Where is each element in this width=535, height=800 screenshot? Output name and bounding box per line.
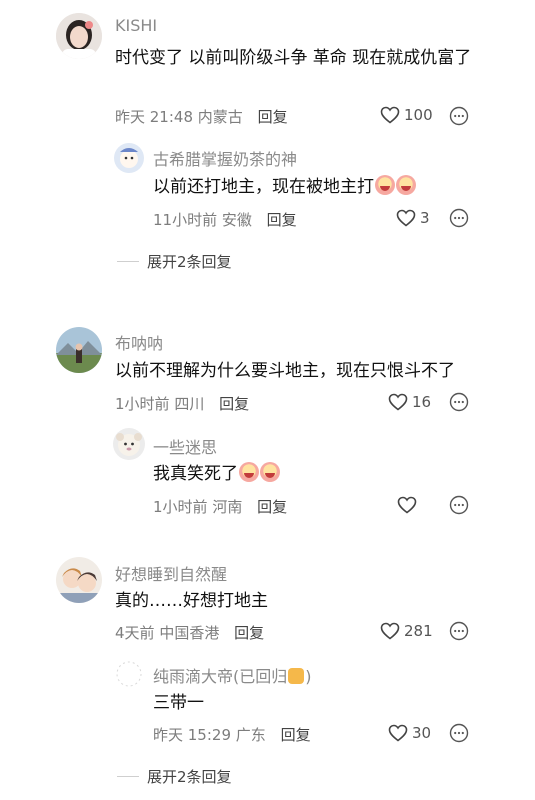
laughing-cry-emoji-icon: [239, 462, 259, 482]
comment-text: 真的……好想打地主: [115, 591, 268, 611]
comment-location: 四川: [174, 395, 205, 413]
more-options-icon: [449, 208, 469, 228]
commenter-name[interactable]: 布呐呐: [115, 330, 163, 354]
more-button[interactable]: [449, 495, 469, 519]
comment-meta: 昨天 21:48 内蒙古 回复: [115, 106, 288, 127]
avatar[interactable]: [114, 143, 144, 173]
expand-replies-label: 展开2条回复: [147, 253, 232, 271]
commenter-name[interactable]: 古希腊掌握奶茶的神: [153, 146, 297, 170]
reply-button[interactable]: 回复: [257, 498, 287, 516]
comment-location: 内蒙古: [197, 108, 243, 126]
like-button[interactable]: 100: [380, 106, 433, 124]
like-button[interactable]: 281: [380, 622, 433, 640]
like-count: 30: [412, 724, 432, 742]
expand-replies-button[interactable]: 展开2条回复: [117, 251, 232, 272]
more-button[interactable]: [449, 723, 469, 747]
more-options-icon: [449, 723, 469, 743]
like-count: 100: [404, 106, 433, 124]
comment-meta: 1小时前 河南 回复: [153, 496, 287, 517]
comment-time: 1小时前: [115, 395, 170, 413]
reply-button[interactable]: 回复: [258, 108, 288, 126]
comment-time: 昨天 15:29: [153, 726, 231, 744]
landscape-avatar-icon: [56, 327, 102, 373]
reply-text: 以前还打地主，现在被地主打: [153, 173, 493, 201]
comment-meta: 4天前 中国香港 回复: [115, 622, 264, 643]
avatar[interactable]: [56, 13, 102, 59]
girl-avatar-icon: [56, 13, 102, 59]
reply-text-content: 以前还打地主，现在被地主打: [153, 177, 374, 197]
comment-text: 时代变了 以前叫阶级斗争 革命 现在就成仇富了: [115, 48, 472, 68]
divider-line: [117, 261, 139, 262]
more-options-icon: [449, 392, 469, 412]
reply-text-content: 我真笑死了: [153, 464, 238, 484]
reply-text: 三带一: [153, 693, 204, 713]
more-button[interactable]: [449, 392, 469, 416]
comment-meta: 11小时前 安徽 回复: [153, 209, 297, 230]
avatar[interactable]: [56, 557, 102, 603]
like-button[interactable]: 30: [388, 724, 431, 742]
cat-emoji-icon: [288, 668, 305, 684]
heart-icon: [380, 106, 400, 124]
comment-location: 中国香港: [159, 624, 220, 642]
more-button[interactable]: [449, 621, 469, 645]
comment-time: 昨天 21:48: [115, 108, 193, 126]
more-options-icon: [449, 106, 469, 126]
avatar[interactable]: [56, 327, 102, 373]
heart-icon: [388, 724, 408, 742]
heart-icon: [396, 209, 416, 227]
anime-avatar-icon: [56, 557, 102, 603]
heart-icon: [388, 393, 408, 411]
laughing-cry-emoji-icon: [375, 175, 395, 195]
reply-button[interactable]: 回复: [281, 726, 311, 744]
comment-meta: 1小时前 四川 回复: [115, 393, 249, 414]
expand-replies-label: 展开2条回复: [147, 768, 232, 786]
like-count: 3: [420, 209, 430, 227]
commenter-name-text: 纯雨滴大帝(已回归: [153, 667, 288, 686]
expand-replies-button[interactable]: 展开2条回复: [117, 766, 232, 787]
like-button[interactable]: [397, 496, 421, 514]
commenter-name[interactable]: 好想睡到自然醒: [115, 561, 227, 585]
cartoon-avatar-icon: [114, 143, 144, 173]
reply-text: 我真笑死了: [153, 460, 493, 488]
reply-button[interactable]: 回复: [234, 624, 264, 642]
reply-button[interactable]: 回复: [219, 395, 249, 413]
more-button[interactable]: [449, 106, 469, 130]
dotted-avatar-icon: [114, 659, 144, 689]
laughing-cry-emoji-icon: [260, 462, 280, 482]
commenter-name-suffix: ): [305, 667, 312, 686]
more-button[interactable]: [449, 208, 469, 232]
like-count: 281: [404, 622, 433, 640]
more-options-icon: [449, 621, 469, 641]
laughing-cry-emoji-icon: [396, 175, 416, 195]
toy-avatar-icon: [113, 428, 145, 460]
comment-text: 以前不理解为什么要斗地主，现在只恨斗不了: [115, 361, 455, 381]
divider-line: [117, 776, 139, 777]
commenter-name[interactable]: 一些迷思: [153, 434, 217, 458]
comment-meta: 昨天 15:29 广东 回复: [153, 724, 311, 745]
commenter-name[interactable]: 纯雨滴大帝(已回归): [153, 663, 312, 687]
like-count: 16: [412, 393, 432, 411]
heart-icon: [380, 622, 400, 640]
avatar[interactable]: [114, 659, 144, 689]
like-button[interactable]: 16: [388, 393, 431, 411]
like-button[interactable]: 3: [396, 209, 430, 227]
avatar[interactable]: [113, 428, 145, 460]
comment-location: 广东: [235, 726, 266, 744]
comment-time: 11小时前: [153, 211, 218, 229]
reply-button[interactable]: 回复: [267, 211, 297, 229]
comment-location: 河南: [212, 498, 243, 516]
commenter-name[interactable]: KISHI: [115, 16, 157, 35]
more-options-icon: [449, 495, 469, 515]
comment-location: 安徽: [221, 211, 252, 229]
comment-time: 4天前: [115, 624, 155, 642]
comment-time: 1小时前: [153, 498, 208, 516]
heart-icon: [397, 496, 417, 514]
